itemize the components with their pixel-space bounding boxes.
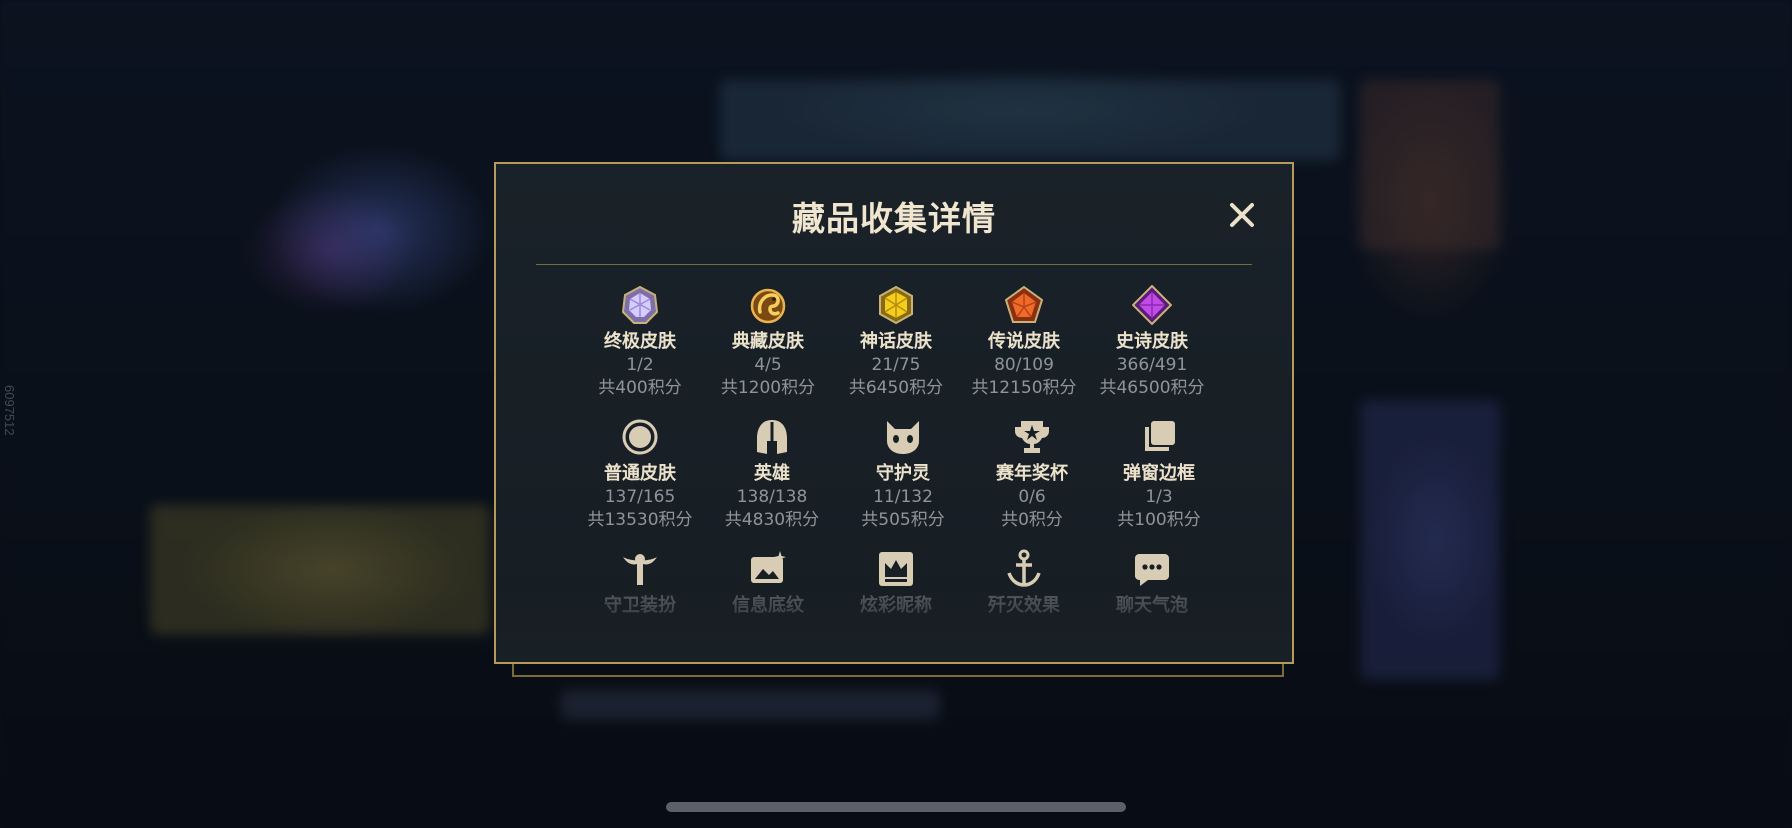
collection-points: 共12150积分	[971, 378, 1077, 398]
background-blur-block	[560, 690, 940, 720]
collection-name: 守卫装扮	[604, 595, 676, 616]
collection-count: 0/6	[1018, 487, 1046, 507]
collection-points: 共100积分	[1117, 510, 1201, 530]
collection-points: 共0积分	[1001, 510, 1063, 530]
background-blur-block	[1360, 400, 1500, 680]
collection-item-ward-skin[interactable]: 守卫装扮	[576, 548, 704, 618]
collection-points: 共13530积分	[587, 510, 693, 530]
collection-item-legendary-skin[interactable]: 传说皮肤 80/109 共12150积分	[960, 284, 1088, 400]
collection-item-season-trophy[interactable]: 赛年奖杯 0/6 共0积分	[968, 416, 1096, 532]
home-indicator-bar[interactable]	[666, 802, 1126, 812]
collection-item-info-card[interactable]: 信息底纹	[704, 548, 832, 618]
collection-item-champion[interactable]: 英雄 138/138 共4830积分	[708, 416, 836, 532]
mythic-skin-gem-icon	[875, 284, 917, 326]
collection-item-epic-skin[interactable]: 史诗皮肤 366/491 共46500积分	[1088, 284, 1216, 400]
prestige-dragon-emblem-icon	[747, 284, 789, 326]
collection-item-colorful-nickname[interactable]: 炫彩昵称	[832, 548, 960, 618]
collection-name: 神话皮肤	[860, 331, 932, 352]
title-divider	[536, 264, 1252, 265]
close-button[interactable]	[1222, 195, 1262, 235]
popup-frame-icon	[1138, 416, 1180, 458]
collection-name: 守护灵	[876, 463, 930, 484]
collection-name: 炫彩昵称	[860, 595, 932, 616]
collection-name: 史诗皮肤	[1116, 331, 1188, 352]
collection-count: 137/165	[604, 487, 676, 507]
collection-count: 21/75	[871, 355, 921, 375]
collection-item-chat-bubble[interactable]: 聊天气泡	[1088, 548, 1216, 618]
ultimate-skin-gem-icon	[619, 284, 661, 326]
collection-item-normal-skin[interactable]: 普通皮肤 137/165 共13530积分	[576, 416, 704, 532]
collection-item-ultimate-skin[interactable]: 终极皮肤 1/2 共400积分	[576, 284, 704, 400]
collection-name: 赛年奖杯	[996, 463, 1068, 484]
epic-skin-gem-icon	[1131, 284, 1173, 326]
collection-points: 共46500积分	[1099, 378, 1205, 398]
ward-skin-icon	[619, 548, 661, 590]
collection-item-popup-frame[interactable]: 弹窗边框 1/3 共100积分	[1095, 416, 1223, 532]
guardian-pet-icon	[882, 416, 924, 458]
collection-count: 366/491	[1116, 355, 1188, 375]
collection-row: 守卫装扮 信息底纹 炫彩昵称 歼灭效果 聊天气泡	[496, 548, 1292, 662]
collection-count: 1/2	[626, 355, 654, 375]
collection-row: 终极皮肤 1/2 共400积分 典藏皮肤 4/5 共1200积分 神话皮肤 21…	[496, 284, 1292, 404]
collection-name: 英雄	[754, 463, 790, 484]
normal-skin-circle-icon	[619, 416, 661, 458]
background-blur-block	[720, 80, 1340, 160]
close-icon	[1230, 203, 1254, 227]
collection-name: 聊天气泡	[1116, 595, 1188, 616]
legendary-skin-gem-icon	[1003, 284, 1045, 326]
collection-name: 普通皮肤	[604, 463, 676, 484]
collection-grid: 终极皮肤 1/2 共400积分 典藏皮肤 4/5 共1200积分 神话皮肤 21…	[496, 284, 1292, 662]
colorful-nickname-crown-icon	[875, 548, 917, 590]
collection-count: 80/109	[994, 355, 1054, 375]
season-trophy-icon	[1011, 416, 1053, 458]
background-blur-block	[150, 505, 490, 635]
collection-details-modal: 藏品收集详情 终极皮肤 1/2 共400积分 典藏皮肤 4/5 共1200积分 …	[494, 162, 1294, 664]
collection-name: 信息底纹	[732, 595, 804, 616]
collection-name: 弹窗边框	[1123, 463, 1195, 484]
collection-points: 共6450积分	[848, 378, 944, 398]
collection-item-prestige-skin[interactable]: 典藏皮肤 4/5 共1200积分	[704, 284, 832, 400]
collection-points: 共4830积分	[724, 510, 820, 530]
info-card-icon	[747, 548, 789, 590]
collection-item-mythic-skin[interactable]: 神话皮肤 21/75 共6450积分	[832, 284, 960, 400]
collection-name: 传说皮肤	[988, 331, 1060, 352]
background-blur-block	[1360, 80, 1500, 250]
collection-name: 典藏皮肤	[732, 331, 804, 352]
collection-points: 共1200积分	[720, 378, 816, 398]
collection-item-annihilation-effect[interactable]: 歼灭效果	[960, 548, 1088, 618]
collection-points: 共400积分	[598, 378, 682, 398]
collection-item-guardian[interactable]: 守护灵 11/132 共505积分	[839, 416, 967, 532]
collection-points: 共505积分	[861, 510, 945, 530]
champion-helmet-icon	[751, 416, 793, 458]
modal-title: 藏品收集详情	[792, 199, 996, 238]
collection-count: 11/132	[873, 487, 933, 507]
collection-count: 138/138	[736, 487, 808, 507]
collection-row: 普通皮肤 137/165 共13530积分 英雄 138/138 共4830积分	[496, 416, 1292, 536]
chat-bubble-icon	[1131, 548, 1173, 590]
collection-name: 终极皮肤	[604, 331, 676, 352]
collection-count: 1/3	[1145, 487, 1173, 507]
collection-count: 4/5	[754, 355, 782, 375]
collection-name: 歼灭效果	[988, 595, 1060, 616]
annihilation-effect-anchor-icon	[1003, 548, 1045, 590]
side-id-label: 6097512	[2, 385, 17, 436]
